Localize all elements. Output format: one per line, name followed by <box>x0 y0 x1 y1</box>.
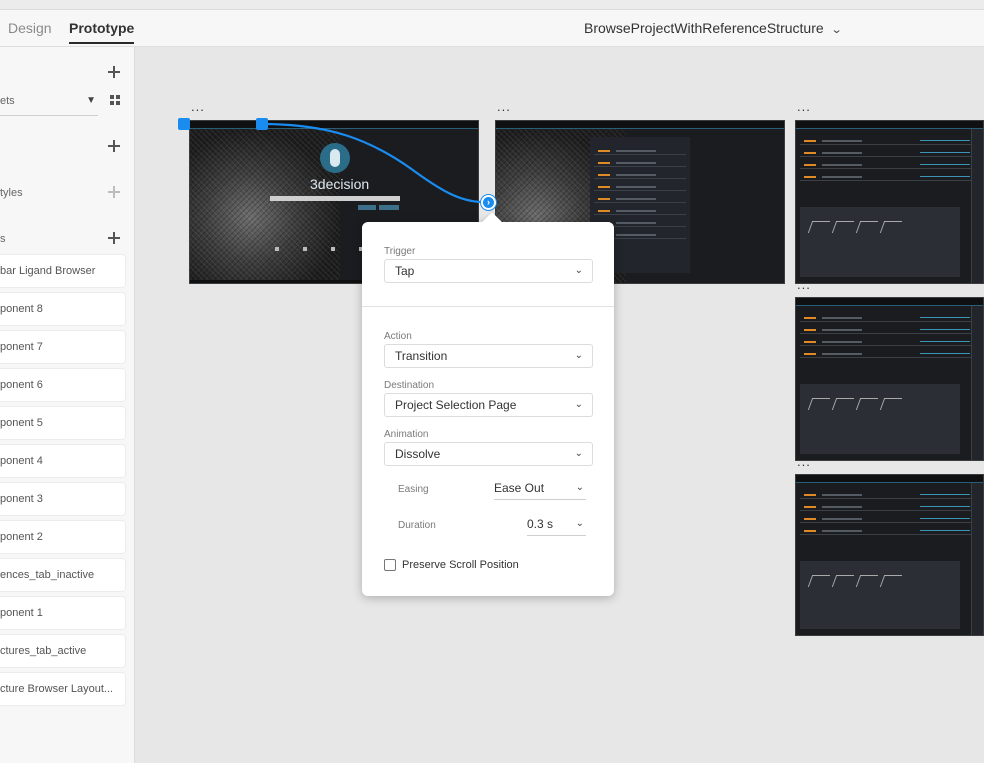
artboard-search-bar <box>270 196 400 201</box>
artboard-icon-row <box>275 247 363 251</box>
document-title[interactable]: BrowseProjectWithReferenceStructure ⌄ <box>584 10 843 47</box>
component-item[interactable]: cture Browser Layout... <box>0 673 125 705</box>
asset-filter-value: ets <box>0 95 15 107</box>
component-item[interactable]: ponent 5 <box>0 407 125 439</box>
chevron-down-icon: ⌄ <box>575 482 584 493</box>
easing-label: Easing <box>398 484 429 495</box>
component-item[interactable]: ctures_tab_active <box>0 635 125 667</box>
tab-design[interactable]: Design <box>8 10 52 47</box>
artboard-label[interactable]: ... <box>191 99 205 114</box>
artboard-label[interactable]: ... <box>797 277 811 292</box>
artboard-structure-browser[interactable] <box>795 297 984 461</box>
component-item[interactable]: ponent 1 <box>0 597 125 629</box>
logo-text: 3decision <box>310 176 370 192</box>
animation-value: Dissolve <box>395 447 441 461</box>
component-item[interactable]: ponent 7 <box>0 331 125 363</box>
add-icon[interactable] <box>108 66 120 78</box>
component-item[interactable]: ences_tab_inactive <box>0 559 125 591</box>
section-label-character-styles: tyles <box>0 187 23 199</box>
easing-value: Ease Out <box>494 481 545 495</box>
chevron-down-icon: ⌄ <box>574 399 583 410</box>
divider <box>362 306 614 307</box>
duration-value: 0.3 s <box>527 517 554 531</box>
trigger-value: Tap <box>395 264 415 278</box>
wire-start-handle[interactable] <box>256 118 268 130</box>
add-color-icon[interactable] <box>108 140 120 152</box>
component-item[interactable]: ponent 4 <box>0 445 125 477</box>
easing-select[interactable]: Ease Out ⌄ <box>494 478 586 500</box>
artboard-structure-browser[interactable] <box>795 120 984 284</box>
artboard-button <box>379 205 399 210</box>
component-item[interactable]: ponent 6 <box>0 369 125 401</box>
animation-select[interactable]: Dissolve ⌄ <box>384 442 593 466</box>
side-strip <box>971 129 983 283</box>
tab-prototype[interactable]: Prototype <box>69 10 135 47</box>
artboard-topbar <box>796 298 983 306</box>
action-value: Transition <box>395 349 448 363</box>
ligand-panel <box>800 384 960 454</box>
artboard-label[interactable]: ... <box>497 99 511 114</box>
window-top-strip <box>0 0 984 10</box>
chevron-down-icon: ⌄ <box>830 24 843 36</box>
action-label: Action <box>384 331 412 342</box>
artboard-topbar <box>796 121 983 129</box>
artboard-topbar <box>190 121 478 129</box>
chevron-down-icon: ⌄ <box>574 265 583 276</box>
preserve-scroll-label: Preserve Scroll Position <box>402 559 519 571</box>
component-item[interactable]: bar Ligand Browser <box>0 255 125 287</box>
interaction-popover: Trigger Tap ⌄ Action Transition ⌄ Destin… <box>362 212 614 596</box>
destination-value: Project Selection Page <box>395 398 517 412</box>
artboard-label[interactable]: ... <box>797 454 811 469</box>
animation-label: Animation <box>384 429 429 440</box>
hotspot-handle[interactable] <box>178 118 190 130</box>
chevron-down-icon: ▼ <box>86 95 96 106</box>
grid-view-icon[interactable] <box>110 95 120 105</box>
ligand-panel <box>800 561 960 629</box>
section-label-components: s <box>0 233 6 245</box>
chevron-down-icon: ⌄ <box>574 448 583 459</box>
artboard-button <box>358 205 376 210</box>
component-item[interactable]: ponent 3 <box>0 483 125 515</box>
ligand-panel <box>800 207 960 277</box>
side-strip <box>971 483 983 635</box>
trigger-select[interactable]: Tap ⌄ <box>384 259 593 283</box>
destination-label: Destination <box>384 380 435 391</box>
document-title-text: BrowseProjectWithReferenceStructure <box>584 20 824 36</box>
artboard-structure-browser[interactable] <box>795 474 984 636</box>
chevron-down-icon: ⌄ <box>575 518 584 529</box>
component-item[interactable]: ponent 2 <box>0 521 125 553</box>
artboard-label[interactable]: ... <box>797 99 811 114</box>
artboard-topbar <box>496 121 784 129</box>
duration-stepper[interactable]: 0.3 s ⌄ <box>527 514 586 536</box>
trigger-label: Trigger <box>384 246 416 257</box>
chevron-down-icon: ⌄ <box>574 350 583 361</box>
molecule-mesh-image <box>190 129 340 283</box>
component-item[interactable]: ponent 8 <box>0 293 125 325</box>
action-select[interactable]: Transition ⌄ <box>384 344 593 368</box>
preserve-scroll-checkbox[interactable] <box>384 559 396 571</box>
artboard-topbar <box>796 475 983 483</box>
asset-filter-dropdown[interactable]: ets ▼ <box>0 92 98 116</box>
duration-label: Duration <box>398 520 436 531</box>
assets-panel: ets ▼ tyles s bar Ligand Browser ponent 8… <box>0 47 135 763</box>
destination-select[interactable]: Project Selection Page ⌄ <box>384 393 593 417</box>
wire-target-arrow-icon[interactable]: › <box>481 195 496 210</box>
side-strip <box>971 306 983 460</box>
add-component-icon[interactable] <box>108 232 120 244</box>
logo-icon <box>320 143 350 173</box>
add-style-icon[interactable] <box>108 186 120 198</box>
